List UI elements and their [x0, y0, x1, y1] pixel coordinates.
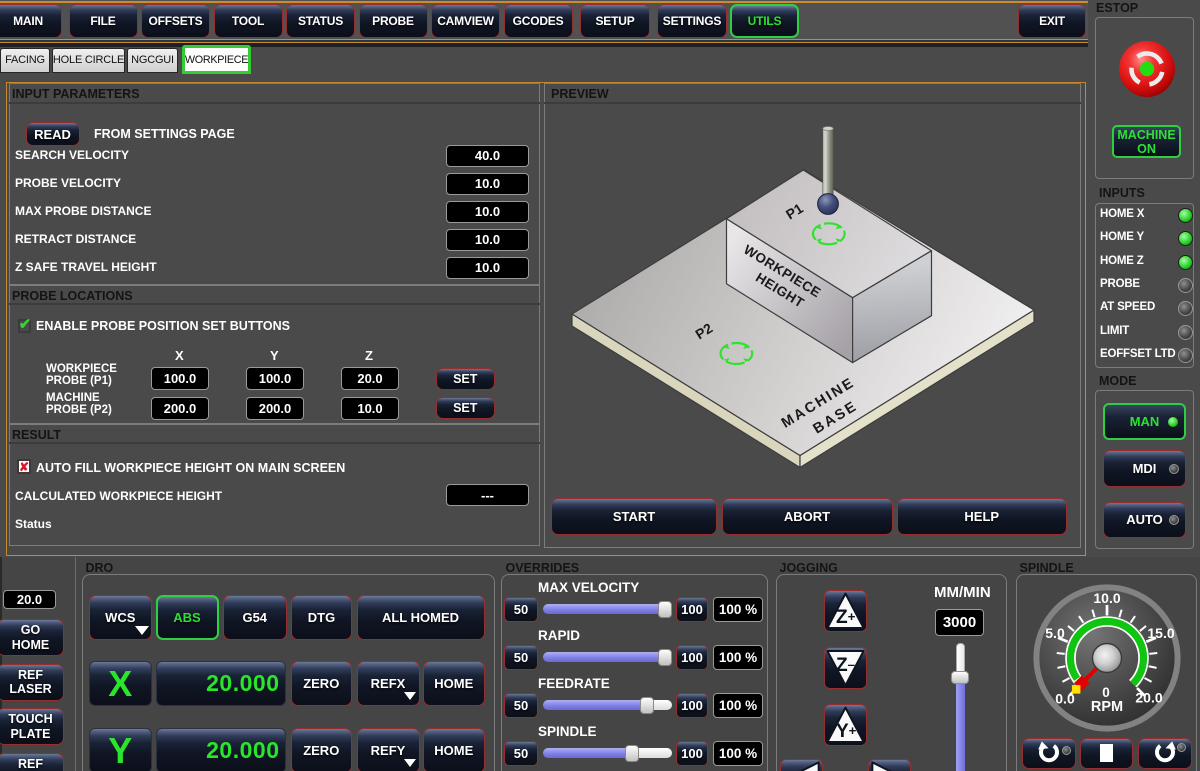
svg-text:0: 0 — [1102, 685, 1110, 700]
svg-text:5.0: 5.0 — [1045, 625, 1065, 641]
svg-text:20.0: 20.0 — [1135, 689, 1162, 705]
svg-text:10.0: 10.0 — [1093, 590, 1120, 606]
svg-text:15.0: 15.0 — [1147, 625, 1174, 641]
svg-text:RPM: RPM — [1091, 699, 1123, 715]
